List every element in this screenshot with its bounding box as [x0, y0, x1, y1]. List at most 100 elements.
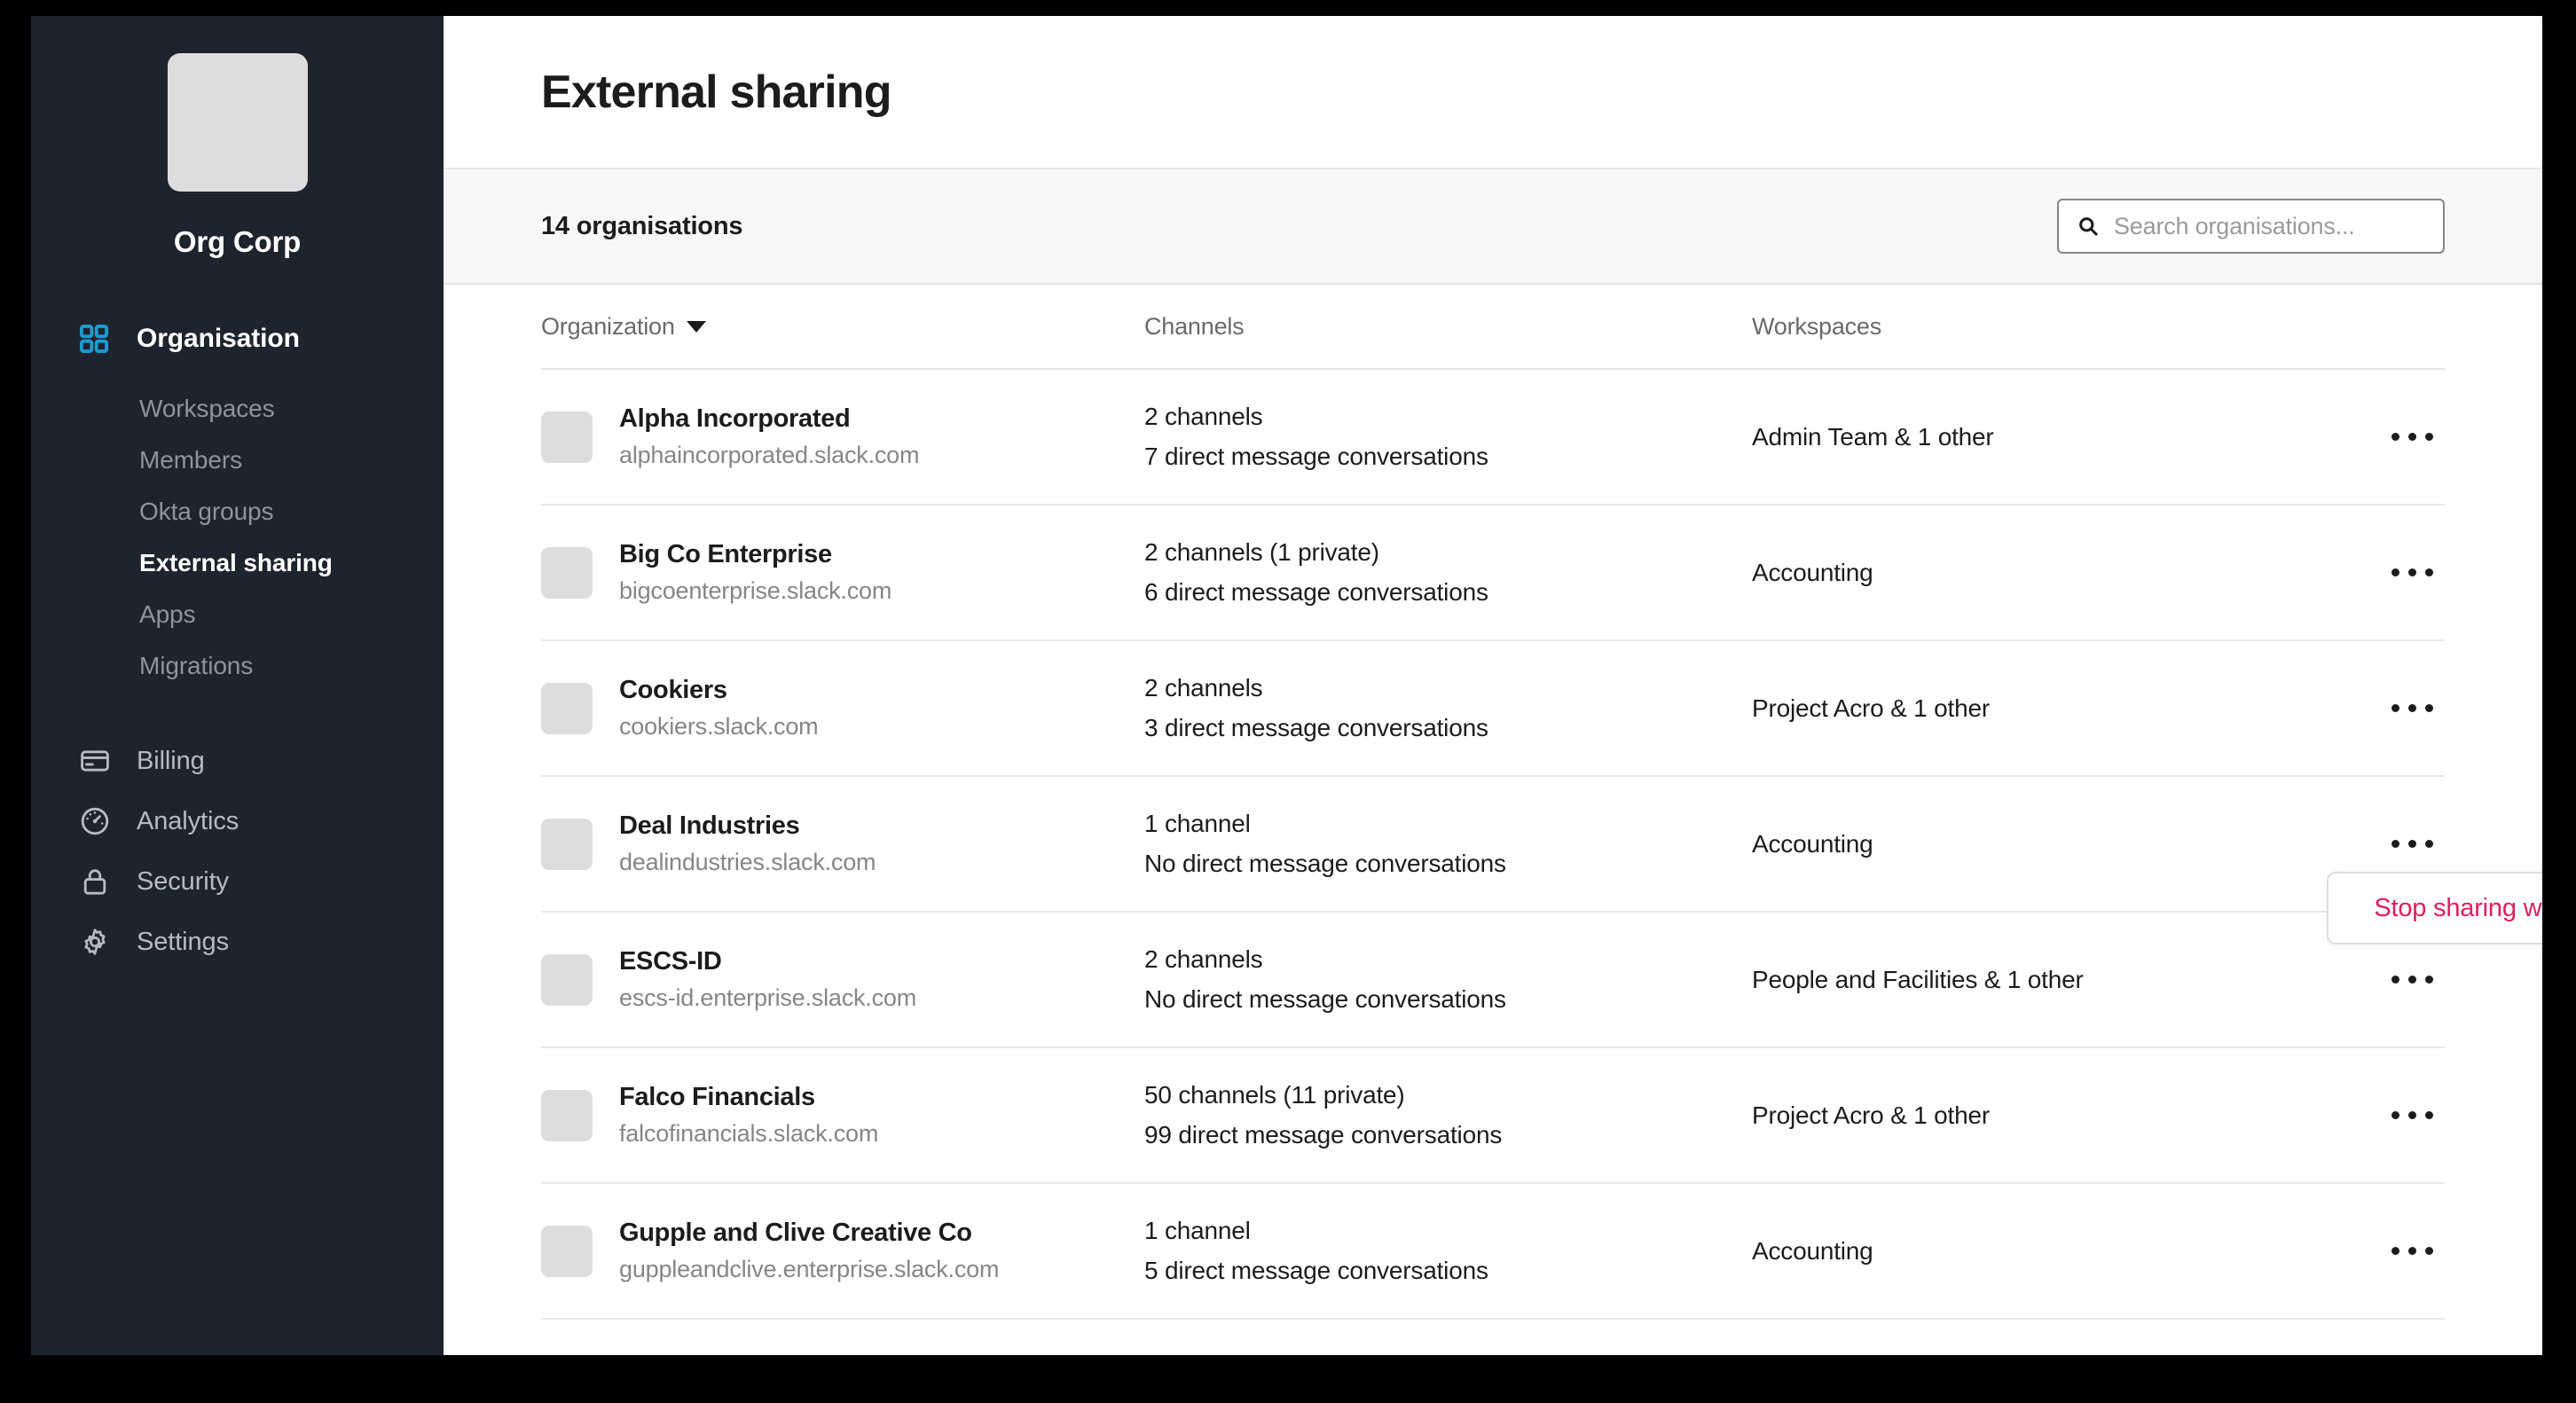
org-domain: cookiers.slack.com — [619, 713, 819, 740]
table-header-row: Organization Channels Workspaces — [541, 285, 2445, 370]
avatar — [541, 682, 593, 734]
search-icon — [2077, 215, 2100, 238]
sidebar-item-security[interactable]: Security — [31, 851, 444, 912]
workspaces-cell: Accounting — [1752, 558, 1873, 586]
table-row[interactable]: Alpha Incorporated alphaincorporated.sla… — [541, 370, 2445, 506]
sidebar-item-billing-label: Billing — [137, 746, 205, 775]
sidebar-item-members[interactable]: Members — [31, 435, 444, 486]
channels-count: 2 channels — [1144, 945, 1263, 973]
channels-count: 2 channels (1 private) — [1144, 538, 1379, 566]
org-name: Deal Industries — [619, 811, 800, 840]
org-domain: guppleandclive.enterprise.slack.com — [619, 1256, 1000, 1282]
org-name: Gupple and Clive Creative Co — [619, 1219, 972, 1247]
table-row[interactable]: Gupple and Clive Creative Co guppleandcl… — [541, 1184, 2445, 1320]
org-logo-placeholder — [167, 53, 308, 192]
workspaces-cell: Accounting — [1752, 829, 1873, 858]
org-name: Big Co Enterprise — [619, 540, 832, 568]
sidebar-item-apps[interactable]: Apps — [31, 589, 444, 640]
org-name: ESCS-ID — [619, 947, 722, 976]
org-domain: falcofinancials.slack.com — [619, 1120, 879, 1147]
workspaces-cell: Accounting — [1752, 1236, 1873, 1265]
search-box[interactable] — [2057, 199, 2445, 254]
workspaces-cell: Admin Team & 1 other — [1752, 422, 1994, 451]
sidebar-item-settings[interactable]: Settings — [31, 912, 444, 972]
row-actions-popover: Stop sharing with Deal Industries — [2327, 872, 2542, 944]
org-name: Org Corp — [173, 225, 302, 258]
page-title: External sharing — [541, 66, 891, 118]
org-domain: dealindustries.slack.com — [619, 849, 876, 875]
column-header-organization-label: Organization — [541, 312, 675, 340]
row-actions-menu-button[interactable] — [2379, 551, 2445, 595]
dm-count: 5 direct message conversations — [1144, 1257, 1488, 1284]
row-actions-menu-button[interactable] — [2379, 415, 2445, 459]
workspaces-cell: Project Acro & 1 other — [1752, 694, 1990, 722]
channels-count: 2 channels — [1144, 674, 1263, 702]
sidebar-item-external-sharing[interactable]: External sharing — [31, 537, 444, 589]
org-identity: Org Corp — [31, 53, 444, 259]
lock-icon — [78, 865, 112, 898]
table-row[interactable]: Cookiers cookiers.slack.com 2 channels 3… — [541, 641, 2445, 777]
sidebar: Org Corp Organisation Workspaces Members… — [31, 16, 444, 1355]
dm-count: 6 direct message conversations — [1144, 578, 1488, 606]
column-header-channels: Channels — [1144, 312, 1245, 340]
org-name: Falco Financials — [619, 1083, 815, 1111]
org-name: Cookiers — [619, 676, 727, 704]
row-actions-menu-button[interactable] — [2379, 686, 2445, 731]
row-actions-menu-button[interactable] — [2379, 958, 2445, 1002]
column-header-organization[interactable]: Organization — [541, 313, 1144, 341]
sidebar-section-title: Organisation — [137, 324, 300, 353]
credit-card-icon — [78, 744, 112, 778]
table-row[interactable]: Deal Industries dealindustries.slack.com… — [541, 777, 2445, 913]
gear-icon — [78, 925, 112, 959]
avatar — [541, 546, 593, 599]
org-name: Alpha Incorporated — [619, 404, 851, 433]
organisation-count: 14 organisations — [541, 211, 743, 240]
sidebar-item-security-label: Security — [137, 866, 229, 896]
organisations-table: Organization Channels Workspaces Alpha I… — [444, 285, 2542, 1320]
table-row[interactable]: Big Co Enterprise bigcoenterprise.slack.… — [541, 506, 2445, 641]
sidebar-item-settings-label: Settings — [137, 927, 229, 956]
sidebar-item-analytics-label: Analytics — [137, 806, 240, 835]
main-content: External sharing 14 organisations Organi… — [444, 16, 2542, 1355]
gauge-icon — [78, 804, 112, 838]
table-row[interactable]: ESCS-ID escs-id.enterprise.slack.com 2 c… — [541, 913, 2445, 1048]
row-actions-menu-button[interactable] — [2379, 822, 2445, 866]
page-header: External sharing — [444, 16, 2542, 169]
sidebar-item-okta-groups[interactable]: Okta groups — [31, 486, 444, 537]
grid-icon — [78, 323, 110, 355]
dm-count: 99 direct message conversations — [1144, 1121, 1503, 1148]
org-domain: bigcoenterprise.slack.com — [619, 577, 892, 604]
workspaces-cell: Project Acro & 1 other — [1752, 1101, 1990, 1129]
dm-count: No direct message conversations — [1144, 985, 1506, 1013]
channels-count: 1 channel — [1144, 1217, 1251, 1244]
sidebar-subnav: Workspaces Members Okta groups External … — [31, 383, 444, 692]
sidebar-item-migrations[interactable]: Migrations — [31, 640, 444, 692]
org-domain: escs-id.enterprise.slack.com — [619, 984, 917, 1011]
app-window: Org Corp Organisation Workspaces Members… — [31, 16, 2542, 1355]
sidebar-mainnav: Billing Analytics Security Settings — [31, 731, 444, 972]
search-input[interactable] — [2114, 212, 2425, 240]
sidebar-item-billing[interactable]: Billing — [31, 731, 444, 791]
dm-count: 7 direct message conversations — [1144, 443, 1488, 470]
workspaces-cell: People and Facilities & 1 other — [1752, 965, 2084, 993]
channels-count: 50 channels (11 private) — [1144, 1081, 1405, 1109]
stop-sharing-menu-item[interactable]: Stop sharing with Deal Industries — [2374, 894, 2542, 923]
dm-count: 3 direct message conversations — [1144, 714, 1488, 741]
channels-count: 1 channel — [1144, 810, 1251, 837]
avatar — [541, 953, 593, 1006]
row-actions-menu-button[interactable] — [2379, 1093, 2445, 1138]
column-header-workspaces: Workspaces — [1752, 312, 1882, 340]
avatar — [541, 1225, 593, 1277]
sidebar-item-analytics[interactable]: Analytics — [31, 791, 444, 851]
avatar — [541, 1089, 593, 1141]
dm-count: No direct message conversations — [1144, 850, 1506, 877]
table-row[interactable]: Falco Financials falcofinancials.slack.c… — [541, 1048, 2445, 1184]
avatar — [541, 411, 593, 463]
avatar — [541, 818, 593, 870]
row-actions-menu-button[interactable] — [2379, 1229, 2445, 1274]
org-domain: alphaincorporated.slack.com — [619, 442, 920, 468]
sidebar-section-organisation[interactable]: Organisation — [31, 323, 444, 355]
channels-count: 2 channels — [1144, 403, 1263, 430]
sidebar-item-workspaces[interactable]: Workspaces — [31, 383, 444, 435]
chevron-down-icon — [686, 320, 706, 333]
